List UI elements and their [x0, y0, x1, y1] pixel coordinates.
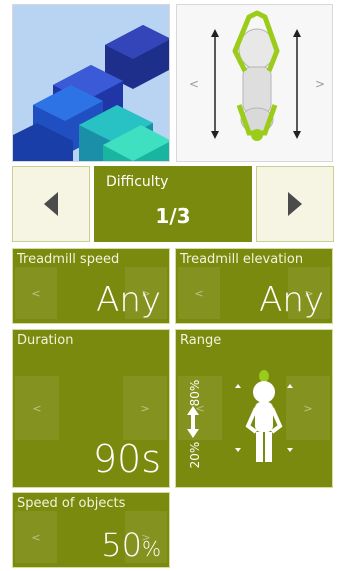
treadmill-speed-decrease-button[interactable]: < [15, 267, 57, 319]
player-pose-preview[interactable]: < > [176, 4, 333, 162]
preview-right-arrow: > [315, 77, 326, 91]
next-arrow-icon [288, 192, 302, 216]
pose-figure-illustration [177, 5, 332, 161]
previous-arrow-icon [44, 192, 58, 216]
duration-value: 90s [92, 437, 161, 481]
chevron-right-icon: > [140, 401, 150, 415]
difficulty-next-button[interactable] [256, 166, 334, 242]
speed-of-objects-label: Speed of objects [17, 496, 126, 511]
range-label: Range [180, 333, 222, 348]
chevron-left-icon: < [31, 286, 41, 300]
speed-of-objects-value-wrap: 50% [101, 529, 161, 561]
difficulty-value: 1/3 [155, 204, 191, 228]
duration-decrease-button[interactable]: < [15, 376, 59, 440]
speed-of-objects-value: 50 [101, 526, 142, 564]
range-bottom-value: 20% [188, 441, 202, 469]
difficulty-label: Difficulty [106, 174, 169, 190]
blocks-illustration [13, 5, 169, 161]
game-preview-image[interactable] [12, 4, 170, 162]
treadmill-elevation-decrease-button[interactable]: < [178, 267, 220, 319]
preview-left-arrow: < [189, 77, 200, 91]
range-figure-icon [235, 370, 293, 462]
duration-tile[interactable]: Duration < > 90s [12, 329, 170, 488]
speed-of-objects-tile[interactable]: Speed of objects < > 50% [12, 492, 170, 568]
difficulty-previous-button[interactable] [12, 166, 90, 242]
range-top-value: 80% [188, 379, 202, 407]
speed-of-objects-unit: % [141, 537, 161, 561]
treadmill-elevation-value: Any [259, 280, 324, 320]
range-double-arrow-icon [187, 406, 199, 438]
treadmill-elevation-tile[interactable]: Treadmill elevation < > Any [175, 248, 333, 324]
treadmill-speed-label: Treadmill speed [17, 252, 120, 267]
speed-of-objects-decrease-button[interactable]: < [15, 511, 57, 563]
chevron-left-icon: < [194, 286, 204, 300]
treadmill-elevation-label: Treadmill elevation [180, 252, 304, 267]
chevron-left-icon: < [31, 530, 41, 544]
duration-increase-button[interactable]: > [123, 376, 167, 440]
difficulty-tile: Difficulty 1/3 [94, 166, 252, 242]
chevron-left-icon: < [32, 401, 42, 415]
treadmill-speed-tile[interactable]: Treadmill speed < > Any [12, 248, 170, 324]
duration-label: Duration [17, 333, 74, 348]
treadmill-speed-value: Any [96, 280, 161, 320]
range-tile[interactable]: Range < > 80% 20% [175, 329, 333, 488]
chevron-right-icon: > [303, 401, 313, 415]
